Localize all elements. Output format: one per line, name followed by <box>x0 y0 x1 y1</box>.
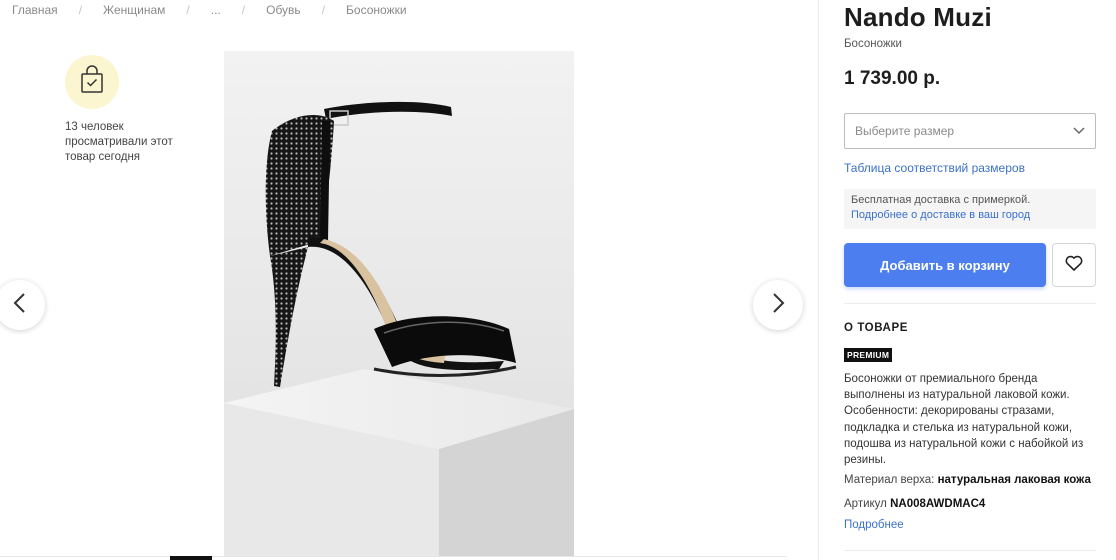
material-label: Материал верха: <box>844 474 935 486</box>
delivery-text: Бесплатная доставка с примеркой. <box>851 194 1031 206</box>
wishlist-button[interactable] <box>1052 243 1096 287</box>
column-divider <box>818 0 819 560</box>
breadcrumb-women[interactable]: Женщинам <box>103 3 165 17</box>
section-divider-bottom <box>844 550 1096 551</box>
product-description: Босоножки от премиального бренда выполне… <box>844 373 1084 467</box>
breadcrumb-home[interactable]: Главная <box>12 3 58 17</box>
gallery-divider <box>0 556 786 557</box>
gallery-prev-button[interactable] <box>0 280 45 330</box>
breadcrumb-shoes[interactable]: Обувь <box>266 3 301 17</box>
premium-badge: PREMIUM <box>844 348 893 362</box>
section-divider <box>844 303 1096 304</box>
product-category: Босоножки <box>844 38 902 50</box>
heart-icon <box>1065 255 1083 276</box>
material-attribute: Материал верха: натуральная лаковая кожа <box>844 474 1091 486</box>
add-to-cart-button[interactable]: Добавить в корзину <box>844 243 1046 287</box>
gallery-thumbnail-indicator[interactable] <box>170 556 212 560</box>
about-heading: О ТОВАРЕ <box>844 322 909 334</box>
views-counter-text: 13 человек просматривали этот товар сего… <box>65 121 173 163</box>
views-badge <box>65 55 119 109</box>
sku-value: NA008AWDMAC4 <box>890 498 986 510</box>
sku-label: Артикул <box>844 498 887 510</box>
breadcrumb-ellipsis[interactable]: ... <box>211 3 221 17</box>
more-details-link[interactable]: Подробнее <box>844 519 904 531</box>
chevron-right-icon <box>770 292 786 319</box>
breadcrumb-separator: / <box>241 3 246 17</box>
sku-attribute: Артикул NA008AWDMAC4 <box>844 498 985 510</box>
breadcrumb: Главная / Женщинам / ... / Обувь / Босон… <box>12 3 407 17</box>
breadcrumb-separator: / <box>78 3 83 17</box>
product-price: 1 739.00 р. <box>844 68 941 89</box>
shopping-bag-check-icon <box>78 64 106 100</box>
size-select-placeholder: Выберите размер <box>855 124 955 138</box>
material-value: натуральная лаковая кожа <box>937 474 1091 486</box>
size-select[interactable]: Выберите размер <box>844 113 1096 149</box>
breadcrumb-separator: / <box>186 3 190 17</box>
chevron-left-icon <box>12 292 28 319</box>
delivery-details-link[interactable]: Подробнее о доставке в ваш город <box>851 209 1030 221</box>
breadcrumb-separator: / <box>321 3 326 17</box>
product-image[interactable] <box>224 51 574 556</box>
size-chart-link[interactable]: Таблица соответствий размеров <box>844 161 1025 175</box>
product-brand[interactable]: Nando Muzi <box>844 2 992 33</box>
delivery-info: Бесплатная доставка с примеркой. Подробн… <box>844 189 1096 229</box>
chevron-down-icon <box>1073 124 1085 138</box>
gallery-next-button[interactable] <box>753 280 803 330</box>
breadcrumb-sandals[interactable]: Босоножки <box>346 3 407 17</box>
